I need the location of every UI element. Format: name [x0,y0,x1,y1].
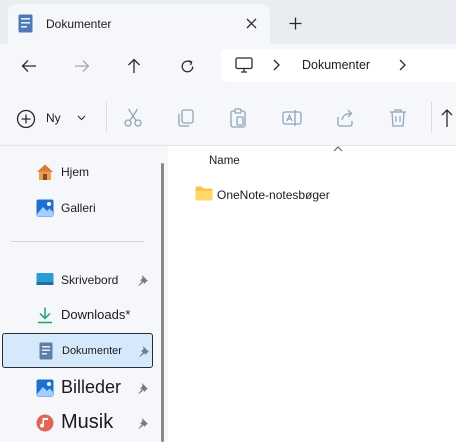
pin-icon[interactable] [137,382,149,394]
list-item[interactable]: OneNote-notesbøger [192,184,442,208]
sidebar-item-skrivebord[interactable]: Skrivebord [2,263,153,297]
arrow-up-icon [128,58,140,73]
close-tab-button[interactable] [240,12,262,34]
address-bar[interactable]: Dokumenter [221,49,456,82]
desktop-icon [36,273,54,285]
tab-dokumenter[interactable]: Dokumenter [8,4,270,44]
home-icon [37,164,53,180]
clipboard-icon [230,108,246,128]
sidebar-item-hjem[interactable]: Hjem [2,155,153,189]
toolbar-divider [106,102,107,132]
sidebar-item-label: Galleri [61,201,96,215]
refresh-icon [181,59,193,72]
sidebar-divider [11,241,144,242]
copy-icon [178,109,194,127]
sort-ascending-icon [333,146,343,152]
cut-button[interactable] [122,107,144,129]
refresh-button[interactable] [173,52,201,80]
pin-icon[interactable] [138,345,150,357]
sidebar-item-label: Billeder [61,377,122,397]
back-button[interactable] [15,52,43,80]
paste-button[interactable] [227,107,249,129]
delete-button[interactable] [387,107,409,129]
documents-folder-icon [18,14,33,33]
rename-icon [282,110,302,126]
sidebar-item-label: Downloads* [61,307,131,322]
column-header-name[interactable]: Name [209,155,240,167]
sidebar-item-label: Skrivebord [61,273,119,287]
pictures-icon [36,379,54,397]
sidebar-item-billeder[interactable]: Billeder [2,371,153,405]
sidebar-item-label: Hjem [61,165,90,179]
address-segment-dokumenter[interactable]: Dokumenter [302,58,370,72]
rename-button[interactable] [281,107,303,129]
new-button[interactable]: Ny [12,104,96,134]
forward-button[interactable] [68,52,96,80]
add-circle-icon [16,109,36,129]
chevron-down-icon [77,115,86,121]
tab-title: Dokumenter [46,17,112,31]
navigation-pane: Hjem Galleri Skrivebord Downloads* Dokum… [0,146,168,442]
chevron-right-icon[interactable] [397,58,407,72]
plus-icon [289,17,301,29]
sidebar-item-musik[interactable]: Musik [2,406,153,440]
file-name: OneNote-notesbøger [217,188,330,202]
arrow-left-icon [21,60,36,72]
this-pc-icon [235,57,253,73]
tab-strip: Dokumenter [0,0,456,44]
sidebar-scrollbar[interactable] [161,163,164,442]
toolbar-divider [431,102,432,132]
share-icon [337,109,353,127]
arrow-right-icon [75,60,90,72]
music-icon [36,414,54,432]
share-button[interactable] [334,107,356,129]
close-icon [246,18,256,28]
copy-button[interactable] [175,107,197,129]
pin-icon[interactable] [137,417,149,429]
trash-icon [390,109,406,127]
sort-arrows-icon [441,109,453,127]
sidebar-item-dokumenter[interactable]: Dokumenter [2,333,153,368]
new-tab-button[interactable] [283,11,307,35]
sidebar-item-galleri[interactable]: Galleri [2,191,153,225]
file-list: Name OneNote-notesbøger [168,146,456,442]
new-button-label: Ny [46,111,61,125]
command-bar: Ny [0,88,456,146]
sidebar-item-label: Dokumenter [62,345,122,357]
download-icon [38,307,52,324]
folder-icon [195,186,213,201]
gallery-icon [36,199,54,217]
pin-icon[interactable] [137,274,149,286]
up-button[interactable] [120,52,148,80]
documents-icon [39,342,53,360]
chevron-right-icon[interactable] [271,58,281,72]
sort-button[interactable] [440,107,454,129]
navigation-bar: Dokumenter [0,44,456,88]
scissors-icon [124,108,142,127]
sidebar-item-downloads[interactable]: Downloads* [2,298,153,332]
sidebar-item-label: Musik [61,411,114,433]
